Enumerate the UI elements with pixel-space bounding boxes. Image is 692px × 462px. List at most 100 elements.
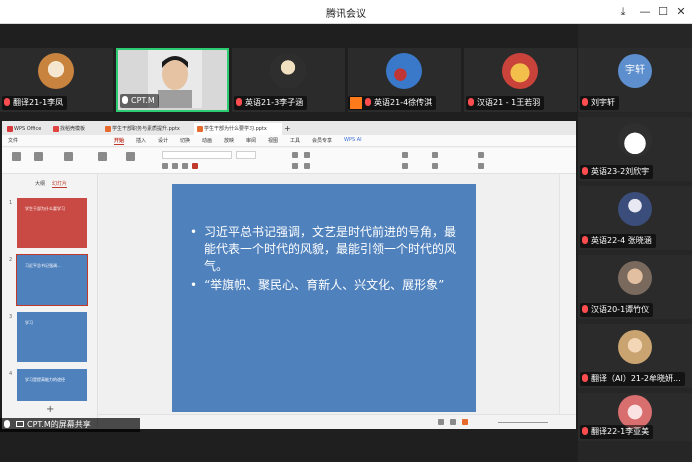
participant-name: 英语23-2刘欣宇 [591, 167, 650, 176]
format-painter-icon[interactable] [12, 152, 21, 161]
picture-icon[interactable] [432, 152, 438, 158]
menu-view[interactable]: 视图 [268, 137, 278, 144]
menu-wps-ai[interactable]: WPS AI [344, 137, 362, 143]
avatar [618, 192, 652, 226]
font-name-select[interactable] [162, 151, 232, 159]
template-icon [53, 126, 59, 132]
slide-canvas: 习近平总书记强调，文艺是时代前进的号角，最能代表一个时代的风貌，最能引领一个时代… [99, 174, 559, 414]
menu-transition[interactable]: 切换 [180, 137, 190, 144]
textbox-icon[interactable] [402, 163, 408, 169]
underline-icon[interactable] [182, 163, 188, 169]
find-icon[interactable] [478, 152, 484, 158]
align-left-icon[interactable] [292, 163, 298, 169]
italic-icon[interactable] [172, 163, 178, 169]
menu-review[interactable]: 审阅 [246, 137, 256, 144]
wps-logo-icon [7, 126, 13, 132]
participant-tile[interactable]: 汉语20-1谭竹仪 [578, 255, 692, 319]
tab-document-1[interactable]: 学生干部职务与素质提升.pptx [102, 123, 190, 135]
arrange-icon[interactable] [432, 163, 438, 169]
vertical-scrollbar[interactable] [559, 174, 576, 414]
new-tab-button[interactable]: + [284, 123, 294, 135]
participant-name: 英语21-4徐传淇 [374, 98, 433, 107]
tab-templates[interactable]: 找稻壳模板 [50, 123, 98, 135]
ribbon-toolbar [2, 148, 576, 174]
align-center-icon[interactable] [304, 163, 310, 169]
title-bar: 腾讯会议 ⤓ — ☐ ✕ [0, 0, 692, 24]
participant-tile[interactable]: 英语22-4 张晓涵 [578, 186, 692, 250]
layout-icon[interactable] [98, 152, 107, 161]
play-icon[interactable] [462, 419, 468, 425]
mic-muted-icon [365, 98, 371, 106]
avatar [270, 53, 306, 89]
menu-tools[interactable]: 工具 [290, 137, 300, 144]
menu-design[interactable]: 设计 [158, 137, 168, 144]
new-slide-icon[interactable] [64, 152, 73, 161]
avatar [618, 330, 652, 364]
wps-menu-bar: 文件 开始 插入 设计 切换 动画 放映 审阅 视图 工具 会员专享 WPS A… [2, 135, 576, 147]
mic-muted-icon [582, 167, 588, 175]
bold-icon[interactable] [162, 163, 168, 169]
sorter-view-icon[interactable] [450, 419, 456, 425]
participant-tile[interactable]: 翻译（AI）21-2牟晓妍... [578, 324, 692, 388]
shape-icon[interactable] [402, 152, 408, 158]
menu-home[interactable]: 开始 [114, 137, 125, 145]
slide-bullet: 习近平总书记强调，文艺是时代前进的号角，最能代表一个时代的风貌，最能引领一个时代… [190, 224, 465, 275]
slide-text-box[interactable]: 习近平总书记强调，文艺是时代前进的号角，最能代表一个时代的风貌，最能引领一个时代… [190, 224, 465, 296]
participant-name: 英语22-4 张晓涵 [591, 236, 652, 245]
paste-icon[interactable] [34, 152, 43, 161]
menu-insert[interactable]: 插入 [136, 137, 146, 144]
tab-wps-office[interactable]: WPS Office [4, 123, 46, 135]
status-bar [98, 414, 576, 429]
screen-share-icon [16, 421, 24, 427]
avatar [502, 53, 538, 89]
add-slide-button[interactable]: + [46, 404, 54, 415]
menu-animation[interactable]: 动画 [202, 137, 212, 144]
font-color-icon[interactable] [192, 163, 198, 169]
tab-slides[interactable]: 幻灯片 [52, 180, 68, 188]
tab-outline[interactable]: 大纲 [35, 180, 45, 187]
window-title: 腾讯会议 [326, 9, 366, 20]
avatar [618, 261, 652, 295]
avatar [386, 53, 422, 89]
participant-tile[interactable]: 翻译22-1李亚美 [578, 393, 692, 441]
slide-thumbnail-1[interactable]: 1 学生干部为什么要学习 [9, 198, 87, 248]
normal-view-icon[interactable] [438, 419, 444, 425]
numbered-list-icon[interactable] [304, 152, 310, 158]
participant-name: CPT.M [131, 96, 155, 105]
participant-tile-active-speaker[interactable]: CPT.M [116, 48, 229, 112]
menu-member[interactable]: 会员专享 [312, 137, 332, 144]
tab-document-2[interactable]: 学生干部为什么要学习.pptx [194, 123, 282, 135]
participant-tile[interactable]: 宇轩 刘宇轩 [578, 48, 692, 112]
font-size-select[interactable] [236, 151, 256, 159]
zoom-slider[interactable] [498, 422, 548, 423]
slide-thumbnail-3[interactable]: 3 学习 [9, 312, 87, 362]
participant-name: 汉语20-1谭竹仪 [591, 305, 650, 314]
select-icon[interactable] [478, 163, 484, 169]
slide-thumbnail-2[interactable]: 2 习近平总书记强调... [9, 254, 88, 306]
participant-name: 翻译21-1李凤 [13, 98, 64, 107]
participant-name: 翻译（AI）21-2牟晓妍... [591, 374, 681, 383]
participant-tile[interactable]: 英语21-3李子涵 [232, 48, 345, 112]
slide-thumbnail-4[interactable]: 4 学习是提高能力的途径 [9, 369, 87, 401]
mic-muted-icon [582, 236, 588, 244]
mic-muted-icon [582, 427, 588, 435]
participant-tile[interactable]: 英语23-2刘欣宇 [578, 117, 692, 181]
current-slide[interactable]: 习近平总书记强调，文艺是时代前进的号角，最能代表一个时代的风貌，最能引领一个时代… [172, 184, 476, 412]
participant-tile[interactable]: 翻译21-1李凤 [0, 48, 113, 112]
participant-tile[interactable]: 英语21-4徐传淇 [348, 48, 461, 112]
menu-file[interactable]: 文件 [8, 137, 18, 144]
close-button[interactable]: ✕ [670, 2, 692, 22]
bullet-list-icon[interactable] [292, 152, 298, 158]
person-icon [350, 97, 362, 109]
mic-muted-icon [468, 98, 474, 106]
menu-slideshow[interactable]: 放映 [224, 137, 234, 144]
section-icon[interactable] [126, 152, 135, 161]
mic-on-icon [122, 96, 128, 104]
ppt-file-icon [105, 126, 111, 132]
screen-share-indicator[interactable]: CPT.M的屏幕共享 [0, 418, 140, 432]
mic-muted-icon [582, 98, 588, 106]
pin-icon[interactable]: ⤓ [612, 2, 634, 22]
video-strip: 翻译21-1李凤 CPT.M 英语21-3李子涵 英语21-4徐传淇 汉语21 … [0, 48, 578, 112]
mic-muted-icon [582, 305, 588, 313]
participant-tile[interactable]: 汉语21 - 1王若羽 [464, 48, 577, 112]
